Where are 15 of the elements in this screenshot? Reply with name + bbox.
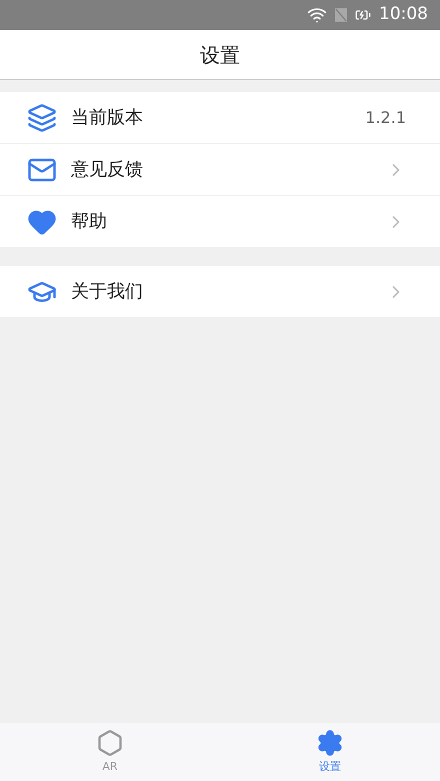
- row-label: 当前版本: [71, 106, 144, 130]
- hexagon-icon: [96, 728, 124, 757]
- row-label: 关于我们: [71, 280, 144, 304]
- settings-row[interactable]: 意见反馈: [0, 144, 440, 195]
- tab-button[interactable]: 设置: [220, 723, 440, 781]
- page-title: 设置: [200, 42, 240, 68]
- version-number: 1.2.1: [365, 106, 406, 128]
- settings-row[interactable]: 当前版本 1.2.1: [0, 92, 440, 143]
- settings-row[interactable]: 关于我们: [0, 266, 440, 317]
- layers-icon: [27, 102, 57, 132]
- row-label: 帮助: [71, 210, 108, 234]
- settings-row[interactable]: 帮助: [0, 196, 440, 247]
- signal-icon: [335, 8, 347, 22]
- status-time: 10:08: [379, 3, 428, 26]
- row-label: 意见反馈: [71, 158, 144, 182]
